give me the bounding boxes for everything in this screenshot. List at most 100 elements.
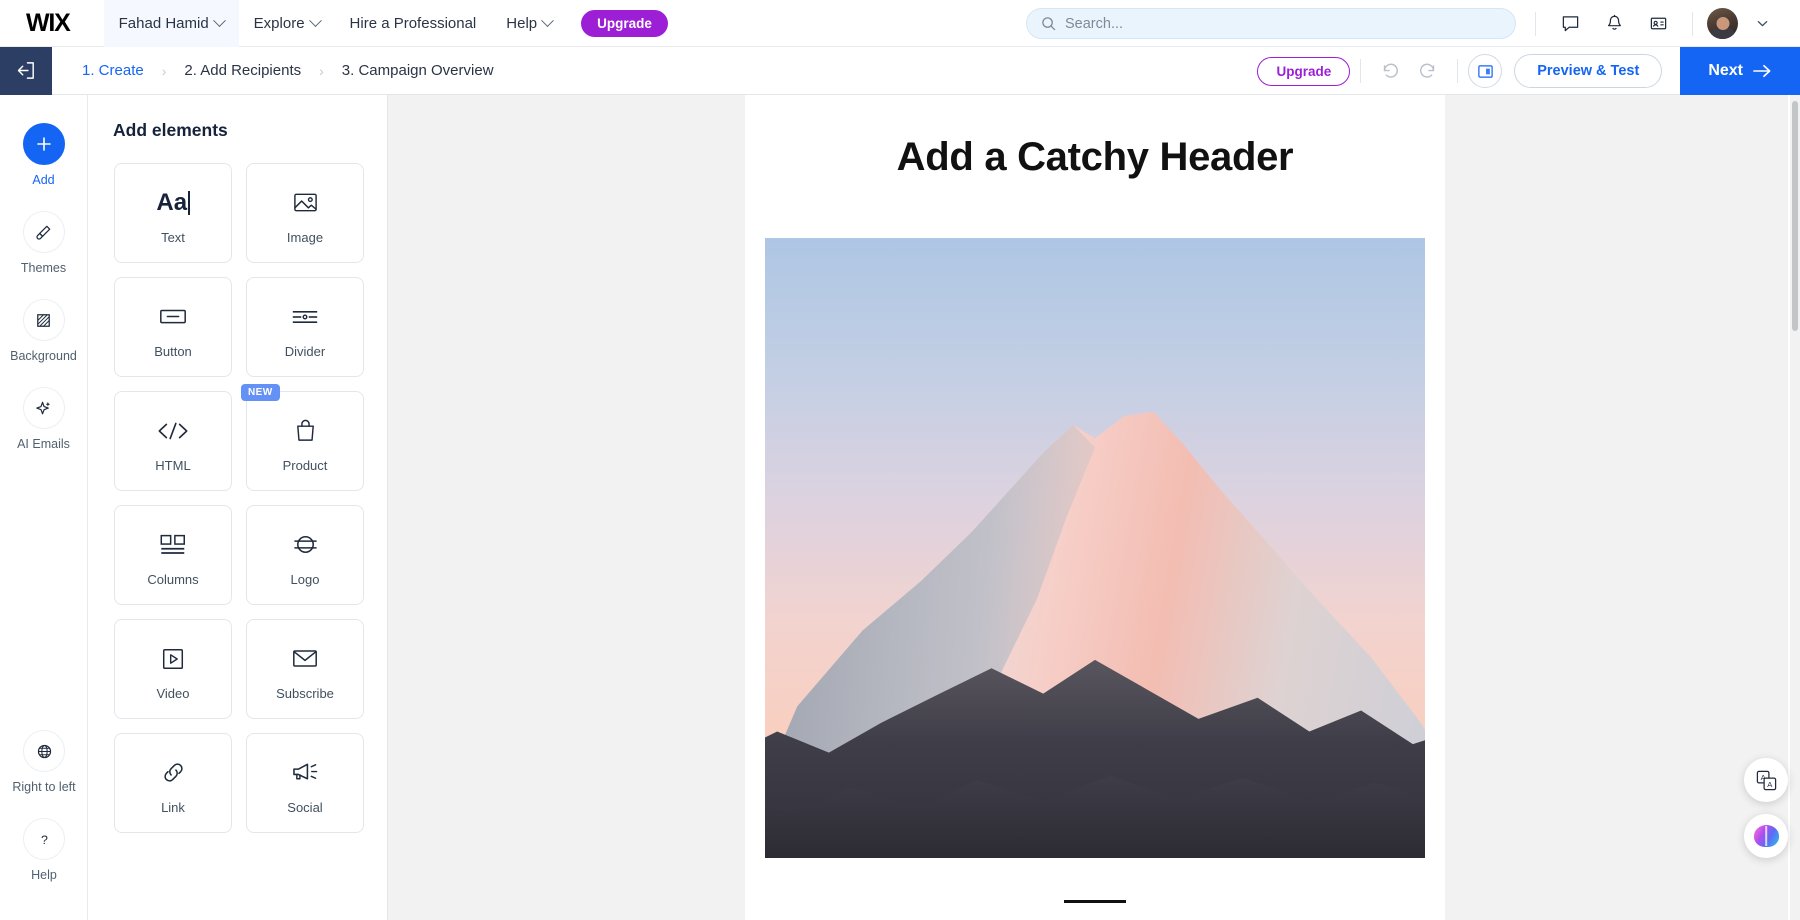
element-label-logo: Logo [290,571,320,587]
left-tool-rail: Add Themes Background AI Emails Right to… [0,95,88,920]
element-label-divider: Divider [284,343,326,359]
canvas-scrollbar[interactable] [1790,95,1800,920]
breadcrumb-step-add-recipients[interactable]: 2. Add Recipients [174,62,311,79]
element-card-subscribe[interactable]: Subscribe [246,619,364,719]
element-card-image[interactable]: Image [246,163,364,263]
exit-arrow-icon [17,62,34,79]
plus-icon [36,137,51,151]
video-play-icon [160,638,186,680]
add-elements-panel: Add elements Aa Text Image Button Divide… [88,95,388,920]
rail-label-add: Add [32,173,55,187]
shopping-bag-icon [293,410,318,452]
nav-help[interactable]: Help [491,0,567,47]
next-button[interactable]: Next [1680,47,1800,95]
scrollbar-thumb[interactable] [1792,101,1798,331]
nav-help-label: Help [506,14,538,32]
nav-explore-label: Explore [253,14,305,32]
editor-toolbar: 1. Create › 2. Add Recipients › 3. Campa… [0,46,1800,95]
sparkle-icon-container [22,387,65,429]
button-icon [158,296,188,338]
nav-hire-professional[interactable]: Hire a Professional [335,0,492,47]
wix-logo[interactable]: WIX [26,9,71,38]
top-navigation-bar: WIX Fahad Hamid Explore Hire a Professio… [0,0,1800,47]
nav-explore[interactable]: Explore [239,0,335,47]
preview-and-test-button[interactable]: Preview & Test [1514,54,1663,88]
undo-button[interactable] [1371,52,1409,90]
chevron-down-icon [541,13,554,27]
chat-icon[interactable] [1550,4,1590,44]
upgrade-button-editor[interactable]: Upgrade [1257,56,1351,86]
email-hero-image[interactable] [765,238,1425,858]
upgrade-button-top[interactable]: Upgrade [581,9,668,37]
element-card-video[interactable]: Video [114,619,232,719]
rail-item-add[interactable]: Add [0,123,87,187]
element-card-columns[interactable]: Columns [114,505,232,605]
text-aa-icon: Aa [156,182,190,224]
breadcrumb-step-campaign-overview[interactable]: 3. Campaign Overview [332,62,504,79]
element-label-product: Product [282,457,328,473]
canvas-area: Add a Catchy Header [388,95,1788,920]
sparkle-icon [36,401,51,414]
rail-label-right-to-left: Right to left [12,780,76,794]
translate-button[interactable]: A A [1744,758,1788,802]
element-card-html[interactable]: HTML [114,391,232,491]
element-card-link[interactable]: Link [114,733,232,833]
rail-item-themes[interactable]: Themes [0,211,87,275]
element-label-columns: Columns [147,571,199,587]
back-button[interactable] [0,46,52,95]
search-placeholder: Search... [1065,15,1124,32]
elements-grid: Aa Text Image Button Divider HTML NEW Pr… [114,163,387,833]
element-label-image: Image [286,229,324,245]
rail-label-background: Background [10,349,77,363]
element-card-social[interactable]: Social [246,733,364,833]
email-canvas[interactable]: Add a Catchy Header [745,95,1445,920]
rail-bottom-group: Right to left ? Help [0,730,88,882]
divider [1535,11,1536,36]
breadcrumb-step-create[interactable]: 1. Create [72,62,154,79]
nav-account-label: Fahad Hamid [118,14,209,32]
avatar-chevron-down-icon[interactable] [1742,4,1782,44]
chevron-down-icon [212,13,226,27]
element-card-button[interactable]: Button [114,277,232,377]
nav-hire-label: Hire a Professional [349,14,477,32]
avatar[interactable] [1707,8,1738,39]
new-badge: NEW [241,384,280,401]
rail-item-help[interactable]: ? Help [0,818,88,882]
layout-panel-button[interactable] [1468,54,1503,88]
element-card-logo[interactable]: Logo [246,505,364,605]
divider [1457,59,1459,83]
arrow-right-icon [1753,64,1771,78]
translate-icon: A A [1756,770,1776,790]
element-card-text[interactable]: Aa Text [114,163,232,263]
editor-toolbar-actions: Upgrade Preview & Test Next [1257,47,1800,95]
redo-button[interactable] [1409,52,1447,90]
element-card-product[interactable]: NEW Product [241,384,364,491]
email-header-text[interactable]: Add a Catchy Header [745,95,1445,180]
question-mark-icon: ? [41,832,48,846]
divider-icon [290,296,320,338]
bell-icon[interactable] [1594,4,1634,44]
redo-icon [1420,63,1435,78]
element-label-html: HTML [155,457,191,473]
breadcrumb-separator: › [161,62,167,79]
plus-icon-container [22,123,65,165]
hatched-square-icon [37,313,50,327]
search-input[interactable]: Search... [1026,8,1516,39]
layout-panel-icon [1477,64,1493,78]
rail-item-right-to-left[interactable]: Right to left [0,730,88,794]
contact-card-icon[interactable] [1638,4,1678,44]
element-label-link: Link [161,799,185,815]
ai-assistant-button[interactable] [1744,814,1788,858]
breadcrumb-separator: › [319,62,324,79]
divider [1692,11,1693,36]
columns-icon [158,524,188,566]
nav-account-menu[interactable]: Fahad Hamid [103,0,239,47]
megaphone-icon [291,752,320,794]
email-divider-line[interactable] [1064,900,1126,903]
panel-title: Add elements [113,120,228,140]
wix-email-editor: WIX Fahad Hamid Explore Hire a Professio… [0,0,1800,920]
rail-item-ai-emails[interactable]: AI Emails [0,387,87,451]
rail-item-background[interactable]: Background [0,299,87,363]
element-card-divider[interactable]: Divider [246,277,364,377]
element-label-social: Social [287,799,323,815]
